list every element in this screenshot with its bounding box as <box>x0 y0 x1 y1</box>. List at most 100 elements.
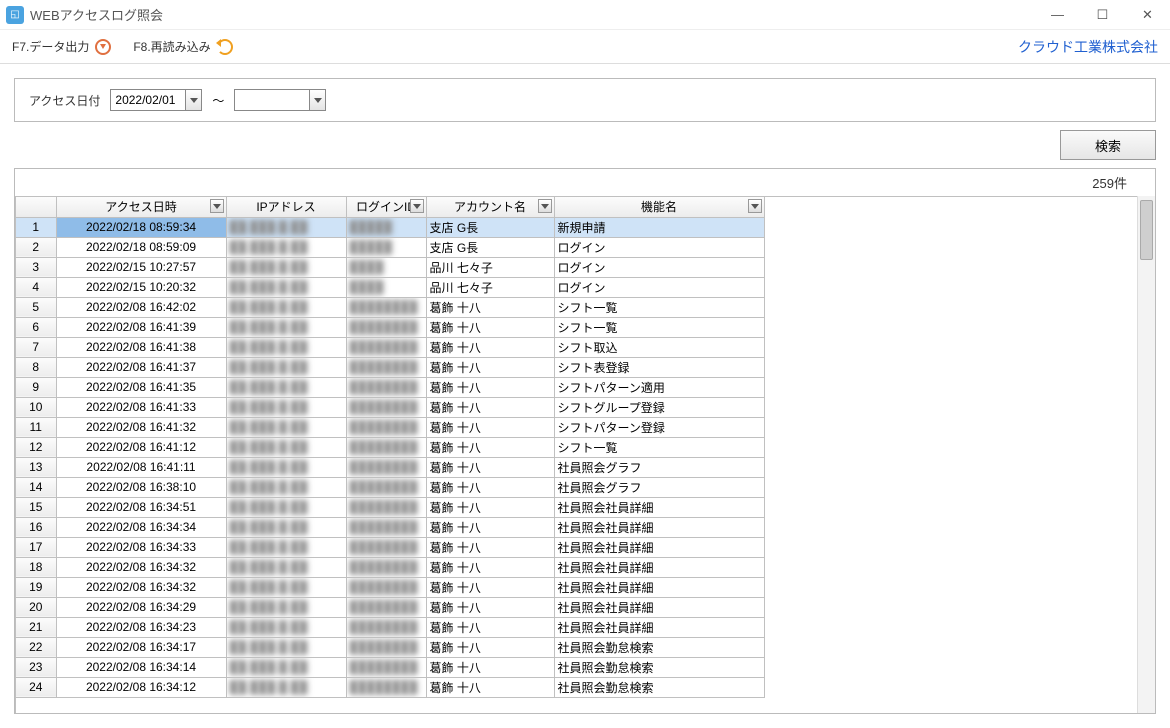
cell-account: 葛飾 十八 <box>426 677 554 697</box>
filter-icon[interactable] <box>748 199 762 213</box>
cell-ip: ██.███.█.██ <box>226 357 346 377</box>
header-datetime[interactable]: アクセス日時 <box>56 197 226 217</box>
table-row[interactable]: 172022/02/08 16:34:33██.███.█.██████████… <box>16 537 764 557</box>
table-row[interactable]: 12022/02/18 08:59:34██.███.█.███████支店 G… <box>16 217 764 237</box>
from-date-field[interactable] <box>110 89 202 111</box>
reload-button[interactable]: F8.再読み込み <box>133 38 232 55</box>
from-date-dropdown[interactable] <box>185 90 201 110</box>
cell-datetime: 2022/02/15 10:20:32 <box>56 277 226 297</box>
filter-icon[interactable] <box>210 199 224 213</box>
cell-ip: ██.███.█.██ <box>226 437 346 457</box>
cell-account: 葛飾 十八 <box>426 497 554 517</box>
cell-rownum: 12 <box>16 437 56 457</box>
table-row[interactable]: 192022/02/08 16:34:32██.███.█.██████████… <box>16 577 764 597</box>
table-row[interactable]: 52022/02/08 16:42:02██.███.█.██████████葛… <box>16 297 764 317</box>
table-row[interactable]: 222022/02/08 16:34:17██.███.█.██████████… <box>16 637 764 657</box>
from-date-input[interactable] <box>111 90 185 110</box>
minimize-button[interactable]: ― <box>1035 0 1080 30</box>
cell-rownum: 14 <box>16 477 56 497</box>
cell-ip: ██.███.█.██ <box>226 257 346 277</box>
table-row[interactable]: 42022/02/15 10:20:32██.███.█.██████品川 七々… <box>16 277 764 297</box>
header-ip[interactable]: IPアドレス <box>226 197 346 217</box>
filter-icon[interactable] <box>538 199 552 213</box>
to-date-field[interactable] <box>234 89 326 111</box>
cell-function: ログイン <box>554 237 764 257</box>
cell-rownum: 22 <box>16 637 56 657</box>
cell-datetime: 2022/02/08 16:41:35 <box>56 377 226 397</box>
cell-account: 支店 G長 <box>426 217 554 237</box>
cell-rownum: 23 <box>16 657 56 677</box>
table-row[interactable]: 62022/02/08 16:41:39██.███.█.██████████葛… <box>16 317 764 337</box>
cell-account: 品川 七々子 <box>426 277 554 297</box>
cell-rownum: 10 <box>16 397 56 417</box>
cell-function: シフト一覧 <box>554 297 764 317</box>
maximize-button[interactable]: ☐ <box>1080 0 1125 30</box>
header-function[interactable]: 機能名 <box>554 197 764 217</box>
table-row[interactable]: 212022/02/08 16:34:23██.███.█.██████████… <box>16 617 764 637</box>
cell-rownum: 19 <box>16 577 56 597</box>
cell-login: ████████ <box>346 557 426 577</box>
cell-account: 葛飾 十八 <box>426 377 554 397</box>
table-row[interactable]: 112022/02/08 16:41:32██.███.█.██████████… <box>16 417 764 437</box>
header-login[interactable]: ログインID <box>346 197 426 217</box>
grid[interactable]: アクセス日時 IPアドレス ログインID アカウント名 <box>15 196 1137 713</box>
cell-ip: ██.███.█.██ <box>226 537 346 557</box>
scrollbar-thumb[interactable] <box>1140 200 1153 260</box>
table-row[interactable]: 152022/02/08 16:34:51██.███.█.██████████… <box>16 497 764 517</box>
cell-ip: ██.███.█.██ <box>226 297 346 317</box>
cell-ip: ██.███.█.██ <box>226 457 346 477</box>
cell-rownum: 21 <box>16 617 56 637</box>
cell-ip: ██.███.█.██ <box>226 597 346 617</box>
table-row[interactable]: 72022/02/08 16:41:38██.███.█.██████████葛… <box>16 337 764 357</box>
cell-datetime: 2022/02/08 16:41:12 <box>56 437 226 457</box>
cell-datetime: 2022/02/08 16:34:51 <box>56 497 226 517</box>
table-row[interactable]: 92022/02/08 16:41:35██.███.█.██████████葛… <box>16 377 764 397</box>
cell-login: ████████ <box>346 637 426 657</box>
cell-datetime: 2022/02/18 08:59:34 <box>56 217 226 237</box>
cell-rownum: 24 <box>16 677 56 697</box>
table-row[interactable]: 142022/02/08 16:38:10██.███.█.██████████… <box>16 477 764 497</box>
cell-account: 品川 七々子 <box>426 257 554 277</box>
cell-account: 葛飾 十八 <box>426 657 554 677</box>
table-row[interactable]: 132022/02/08 16:41:11██.███.█.██████████… <box>16 457 764 477</box>
cell-rownum: 7 <box>16 337 56 357</box>
to-date-input[interactable] <box>235 90 309 110</box>
search-button[interactable]: 検索 <box>1060 130 1156 160</box>
table-row[interactable]: 162022/02/08 16:34:34██.███.█.██████████… <box>16 517 764 537</box>
cell-rownum: 1 <box>16 217 56 237</box>
cell-rownum: 9 <box>16 377 56 397</box>
table-row[interactable]: 32022/02/15 10:27:57██.███.█.██████品川 七々… <box>16 257 764 277</box>
filter-icon[interactable] <box>410 199 424 213</box>
cell-rownum: 16 <box>16 517 56 537</box>
cell-datetime: 2022/02/08 16:34:23 <box>56 617 226 637</box>
cell-rownum: 8 <box>16 357 56 377</box>
cell-function: シフトパターン適用 <box>554 377 764 397</box>
cell-datetime: 2022/02/08 16:41:38 <box>56 337 226 357</box>
table-row[interactable]: 202022/02/08 16:34:29██.███.█.██████████… <box>16 597 764 617</box>
cell-function: 社員照会社員詳細 <box>554 557 764 577</box>
table-row[interactable]: 242022/02/08 16:34:12██.███.█.██████████… <box>16 677 764 697</box>
cell-datetime: 2022/02/08 16:34:32 <box>56 557 226 577</box>
app-icon: ◱ <box>6 6 24 24</box>
cell-datetime: 2022/02/15 10:27:57 <box>56 257 226 277</box>
export-button[interactable]: F7.データ出力 <box>12 38 111 55</box>
table-row[interactable]: 232022/02/08 16:34:14██.███.█.██████████… <box>16 657 764 677</box>
cell-datetime: 2022/02/08 16:34:29 <box>56 597 226 617</box>
cell-account: 葛飾 十八 <box>426 457 554 477</box>
cell-datetime: 2022/02/08 16:34:12 <box>56 677 226 697</box>
cell-function: シフト表登録 <box>554 357 764 377</box>
header-rownum[interactable] <box>16 197 56 217</box>
table-row[interactable]: 182022/02/08 16:34:32██.███.█.██████████… <box>16 557 764 577</box>
cell-account: 支店 G長 <box>426 237 554 257</box>
table-row[interactable]: 122022/02/08 16:41:12██.███.█.██████████… <box>16 437 764 457</box>
header-account[interactable]: アカウント名 <box>426 197 554 217</box>
vertical-scrollbar[interactable] <box>1137 196 1155 713</box>
cell-function: シフト一覧 <box>554 317 764 337</box>
table-row[interactable]: 22022/02/18 08:59:09██.███.█.███████支店 G… <box>16 237 764 257</box>
table-row[interactable]: 102022/02/08 16:41:33██.███.█.██████████… <box>16 397 764 417</box>
to-date-dropdown[interactable] <box>309 90 325 110</box>
close-button[interactable]: ✕ <box>1125 0 1170 30</box>
header-datetime-label: アクセス日時 <box>105 200 176 214</box>
cell-ip: ██.███.█.██ <box>226 657 346 677</box>
table-row[interactable]: 82022/02/08 16:41:37██.███.█.██████████葛… <box>16 357 764 377</box>
